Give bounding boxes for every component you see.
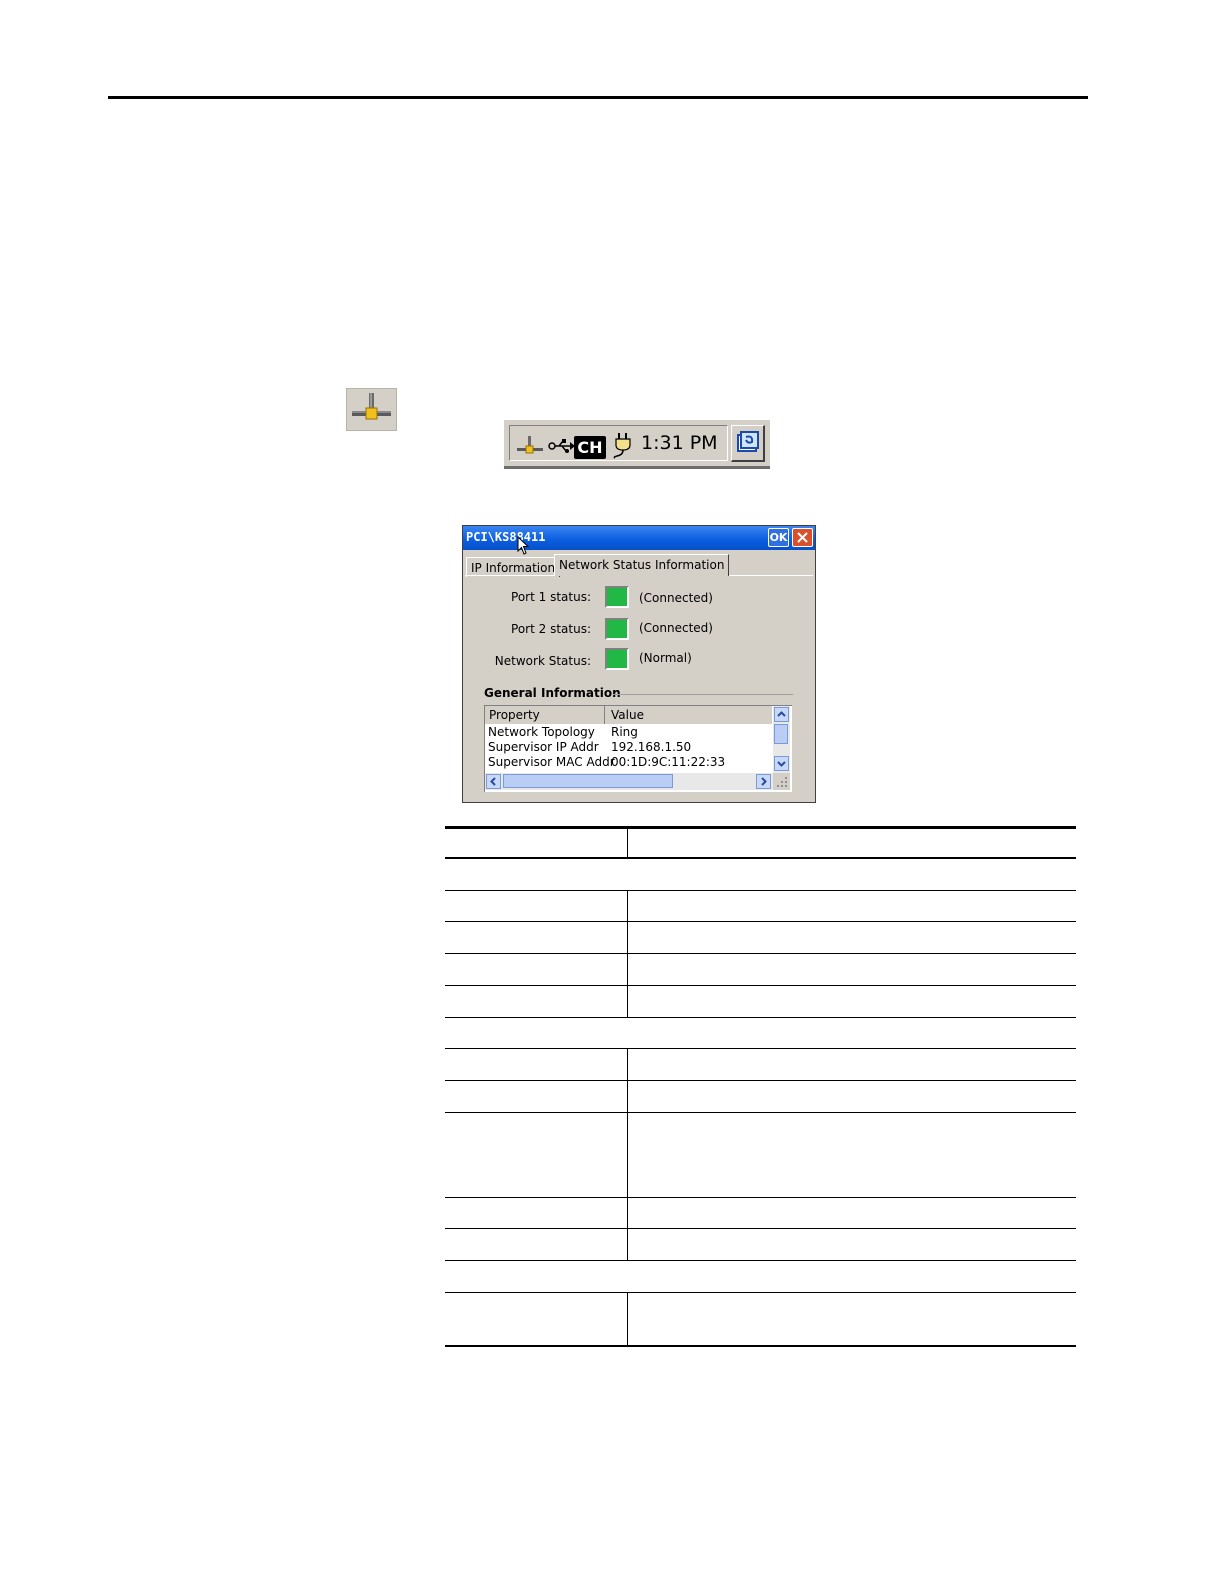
column-header-value[interactable]: Value — [605, 706, 772, 724]
list-item[interactable]: Supervisor IP Addr 192.168.1.50 — [485, 740, 772, 755]
list-item-property: Network Topology — [488, 725, 595, 739]
dialog-titlebar[interactable]: PCI\KS88411 OK — [463, 526, 815, 555]
dialog-title: PCI\KS88411 — [466, 530, 546, 544]
chevron-down-icon — [777, 761, 786, 767]
scroll-up-button[interactable] — [774, 707, 789, 722]
close-button[interactable] — [792, 528, 813, 547]
scroll-down-button[interactable] — [774, 756, 789, 771]
clock-time[interactable]: 1:31 PM — [641, 432, 718, 454]
power-plug-icon[interactable] — [610, 431, 638, 459]
list-item-property: Supervisor IP Addr — [488, 740, 599, 754]
port2-status-value: (Connected) — [639, 621, 713, 635]
table-row-rule — [445, 1228, 1076, 1229]
network-status-dialog: PCI\KS88411 OK IP Information Network St… — [462, 525, 816, 803]
list-item[interactable]: Supervisor MAC Addr 00:1D:9C:11:22:33 — [485, 755, 772, 770]
port1-status-value: (Connected) — [639, 591, 713, 605]
tab-ip-information[interactable]: IP Information — [466, 557, 561, 577]
table-row-rule — [445, 1048, 1076, 1049]
resize-grip[interactable] — [773, 773, 790, 790]
table-row-rule — [445, 921, 1076, 922]
network-status-label: Network Status: — [494, 654, 591, 668]
list-item-value: 192.168.1.50 — [611, 740, 692, 754]
vertical-scrollbar[interactable] — [773, 706, 790, 773]
network-icon — [352, 393, 391, 420]
table-row-rule — [445, 985, 1076, 986]
mouse-cursor-icon — [517, 536, 530, 555]
scroll-left-button[interactable] — [486, 774, 501, 789]
general-information-list[interactable]: Property Value Network Topology Ring Sup… — [484, 705, 792, 792]
table-header-rule — [445, 857, 1076, 859]
list-item-value: 00:1D:9C:11:22:33 — [611, 755, 726, 769]
column-header-property[interactable]: Property — [485, 706, 605, 724]
chevron-left-icon — [490, 777, 496, 786]
close-icon — [797, 532, 808, 543]
list-item-value: Ring — [611, 725, 638, 739]
table-row-rule — [445, 1112, 1076, 1113]
group-divider — [613, 694, 793, 695]
network-tray-icon — [346, 388, 397, 431]
table-column-divider — [627, 1292, 628, 1345]
chevron-up-icon — [777, 711, 786, 717]
table-row-rule — [445, 890, 1076, 891]
table-top-rule — [445, 826, 1076, 829]
table-row-rule — [445, 1080, 1076, 1081]
port1-status-label: Port 1 status: — [511, 590, 591, 604]
general-information-title: General Information — [484, 686, 621, 700]
tab-network-status-information[interactable]: Network Status Information — [554, 554, 730, 576]
show-desktop-button[interactable] — [731, 425, 765, 462]
table-row-rule — [445, 1292, 1076, 1293]
port1-status-indicator — [605, 586, 629, 608]
table-bottom-rule — [445, 1345, 1076, 1347]
list-item-property: Supervisor MAC Addr — [488, 755, 615, 769]
port2-status-label: Port 2 status: — [511, 622, 591, 636]
table-row-rule — [445, 1197, 1076, 1198]
taskbar-tray: CH 1:31 PM — [504, 420, 770, 469]
header-rule — [108, 96, 1088, 99]
list-item[interactable]: Network Topology Ring — [485, 725, 772, 740]
vertical-scroll-thumb[interactable] — [774, 724, 788, 744]
chevron-right-icon — [761, 777, 767, 786]
horizontal-scrollbar[interactable] — [485, 773, 773, 790]
table-row-rule — [445, 1017, 1076, 1018]
table-row-rule — [445, 953, 1076, 954]
ok-button[interactable]: OK — [768, 528, 789, 547]
horizontal-scroll-thumb[interactable] — [503, 774, 673, 788]
input-language-indicator[interactable]: CH — [574, 436, 606, 459]
usb-icon[interactable] — [548, 438, 576, 454]
network-status-value: (Normal) — [639, 651, 692, 665]
port2-status-indicator — [605, 618, 629, 640]
list-header: Property Value — [485, 706, 772, 724]
table-row-rule — [445, 1260, 1076, 1261]
network-status-indicator — [605, 648, 629, 670]
network-icon[interactable] — [516, 436, 544, 456]
size-grip-icon — [777, 777, 787, 787]
scroll-right-button[interactable] — [756, 774, 771, 789]
table-column-divider — [627, 829, 628, 857]
desktop-icon — [737, 431, 759, 452]
